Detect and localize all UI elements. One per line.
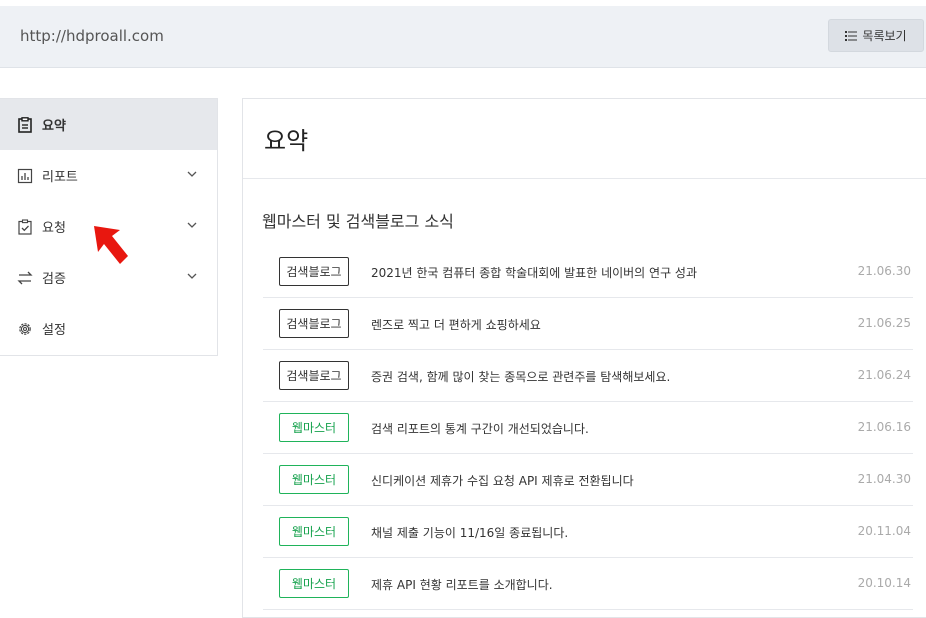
- news-title[interactable]: 2021년 한국 컴퓨터 종합 학술대회에 발표한 네이버의 연구 성과: [371, 264, 697, 281]
- news-row[interactable]: 검색블로그 증권 검색, 함께 많이 찾는 종목으로 관련주를 탐색해보세요. …: [263, 350, 913, 402]
- news-row[interactable]: 웹마스터 제휴 API 현황 리포트를 소개합니다. 20.10.14: [263, 558, 913, 610]
- news-date: 20.11.04: [857, 524, 911, 538]
- list-view-label: 목록보기: [862, 29, 907, 43]
- bar-chart-icon: [17, 168, 33, 184]
- swap-arrows-icon: [17, 270, 33, 286]
- chevron-down-icon[interactable]: [187, 170, 197, 178]
- main-panel: 요약 웹마스터 및 검색블로그 소식 검색블로그 2021년 한국 컴퓨터 종합…: [242, 98, 926, 618]
- category-tag: 웹마스터: [279, 569, 349, 598]
- chevron-down-icon[interactable]: [187, 221, 197, 229]
- news-row[interactable]: 검색블로그 렌즈로 찍고 더 편하게 쇼핑하세요 21.06.25: [263, 298, 913, 350]
- news-list: 검색블로그 2021년 한국 컴퓨터 종합 학술대회에 발표한 네이버의 연구 …: [263, 246, 913, 610]
- news-row[interactable]: 웹마스터 채널 제출 기능이 11/16일 종료됩니다. 20.11.04: [263, 506, 913, 558]
- chevron-down-icon[interactable]: [187, 272, 197, 280]
- list-icon: [845, 30, 858, 41]
- top-bar: http://hdproall.com 목록보기: [0, 6, 926, 68]
- category-tag: 검색블로그: [279, 361, 349, 390]
- news-date: 21.06.24: [857, 368, 911, 382]
- news-title[interactable]: 검색 리포트의 통계 구간이 개선되었습니다.: [371, 420, 589, 437]
- news-title[interactable]: 제휴 API 현황 리포트를 소개합니다.: [371, 576, 553, 593]
- news-date: 21.06.30: [857, 264, 911, 278]
- page-title: 요약: [264, 127, 309, 155]
- news-row[interactable]: 검색블로그 2021년 한국 컴퓨터 종합 학술대회에 발표한 네이버의 연구 …: [263, 246, 913, 298]
- section-title: 웹마스터 및 검색블로그 소식: [262, 212, 454, 231]
- sidebar-item-report[interactable]: 리포트: [0, 150, 217, 201]
- sidebar-item-label: 설정: [42, 323, 66, 338]
- sidebar-item-settings[interactable]: 설정: [0, 303, 217, 354]
- news-date: 21.06.16: [857, 420, 911, 434]
- sidebar-item-label: 요약: [42, 119, 66, 134]
- clipboard-icon: [17, 116, 33, 133]
- news-row[interactable]: 웹마스터 검색 리포트의 통계 구간이 개선되었습니다. 21.06.16: [263, 402, 913, 454]
- news-title[interactable]: 렌즈로 찍고 더 편하게 쇼핑하세요: [371, 316, 541, 333]
- news-row[interactable]: 웹마스터 신디케이션 제휴가 수집 요청 API 제휴로 전환됩니다 21.04…: [263, 454, 913, 506]
- sidebar-item-label: 검증: [42, 272, 66, 287]
- category-tag: 웹마스터: [279, 517, 349, 546]
- list-view-button[interactable]: 목록보기: [828, 19, 924, 52]
- category-tag: 웹마스터: [279, 413, 349, 442]
- news-date: 21.04.30: [857, 472, 911, 486]
- site-url: http://hdproall.com: [20, 27, 164, 45]
- news-date: 21.06.25: [857, 316, 911, 330]
- news-title[interactable]: 채널 제출 기능이 11/16일 종료됩니다.: [371, 524, 568, 541]
- news-title[interactable]: 신디케이션 제휴가 수집 요청 API 제휴로 전환됩니다: [371, 472, 634, 489]
- sidebar-item-label: 요청: [42, 221, 66, 236]
- sidebar-item-summary[interactable]: 요약: [0, 99, 217, 150]
- category-tag: 검색블로그: [279, 309, 349, 338]
- category-tag: 검색블로그: [279, 257, 349, 286]
- sidebar-item-label: 리포트: [42, 170, 78, 185]
- title-divider: [243, 178, 926, 179]
- news-title[interactable]: 증권 검색, 함께 많이 찾는 종목으로 관련주를 탐색해보세요.: [371, 368, 670, 385]
- clipboard-check-icon: [17, 218, 33, 235]
- category-tag: 웹마스터: [279, 465, 349, 494]
- news-date: 20.10.14: [857, 576, 911, 590]
- gear-icon: [17, 321, 33, 337]
- red-arrow-icon: [94, 226, 128, 264]
